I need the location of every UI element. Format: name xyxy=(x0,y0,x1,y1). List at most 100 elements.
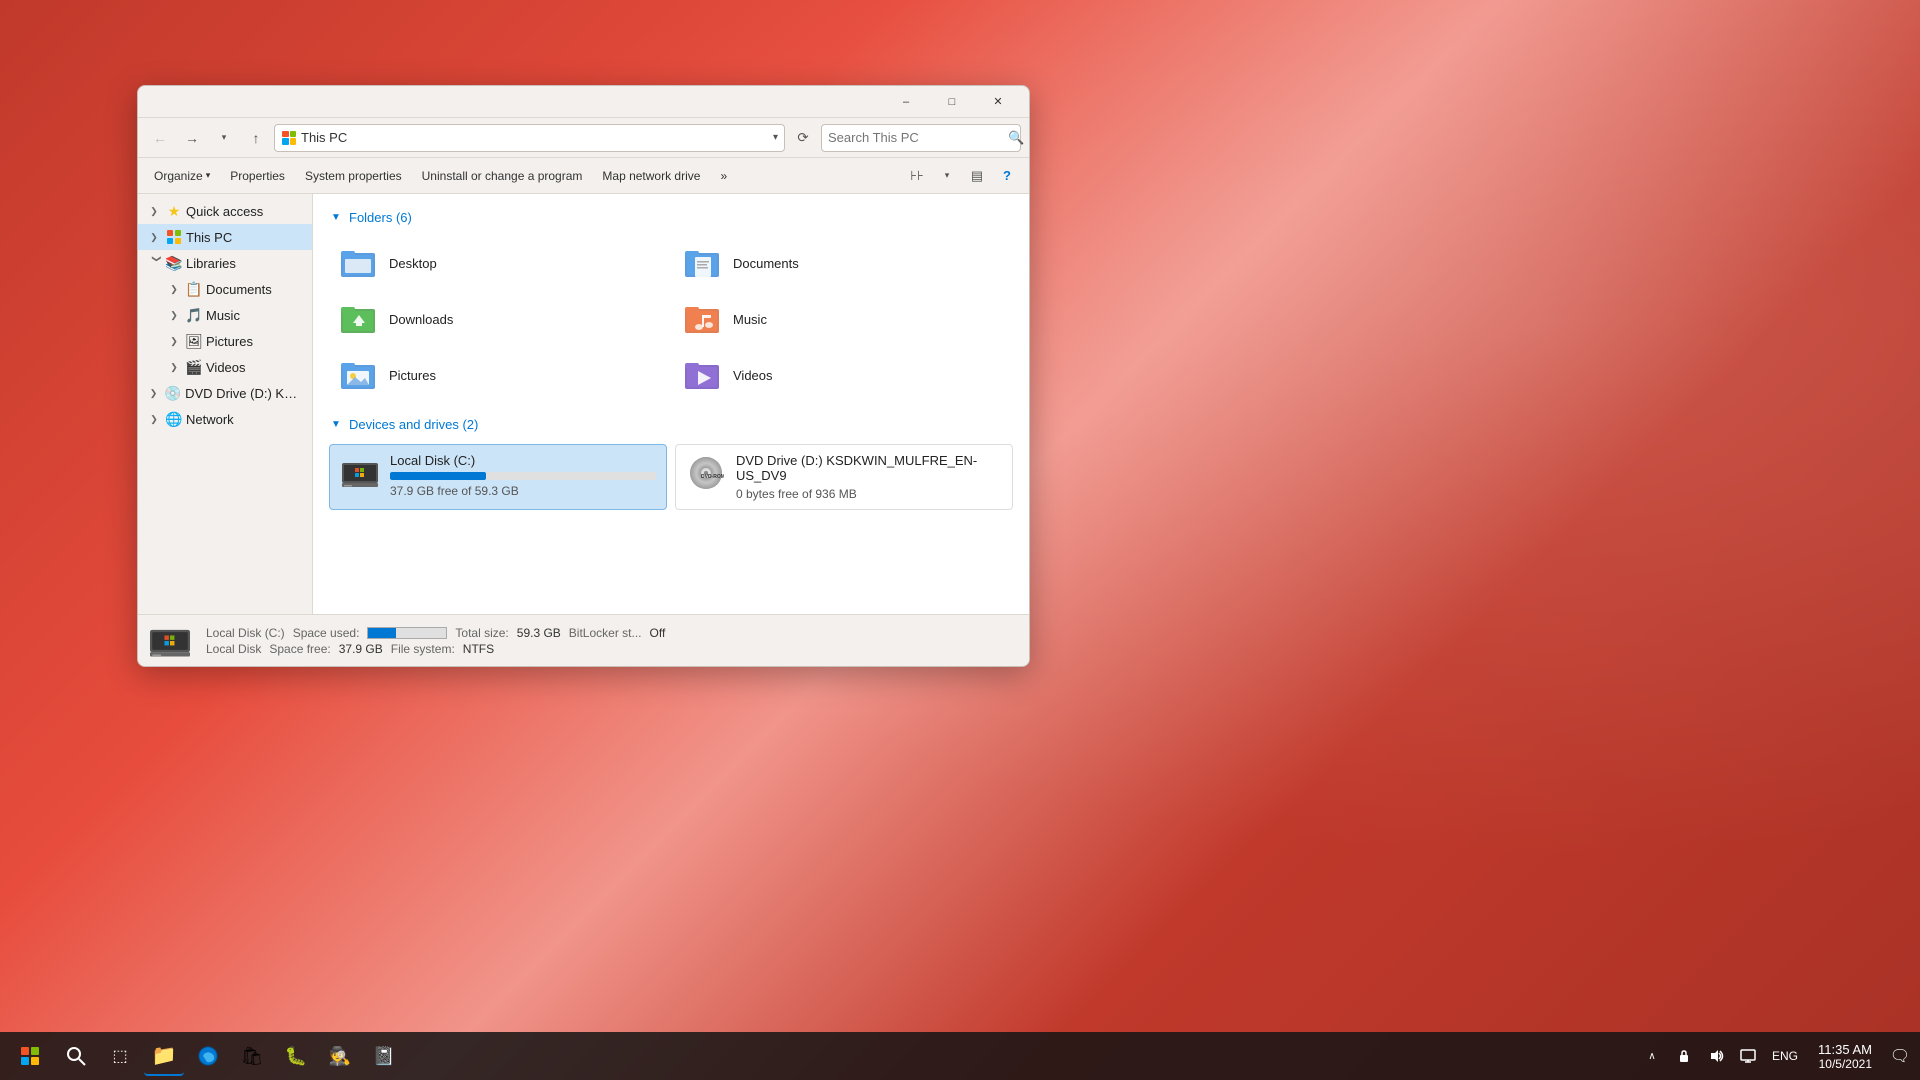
desktop: – □ ✕ ← → ▾ ↑ This PC ▾ xyxy=(0,0,1920,1080)
systray-language[interactable]: ENG xyxy=(1768,1049,1802,1063)
system-properties-label: System properties xyxy=(305,169,402,183)
recent-locations-button[interactable]: ▾ xyxy=(210,124,238,152)
documents-folder-svg xyxy=(685,247,721,279)
maximize-button[interactable]: □ xyxy=(929,86,975,118)
status-progress-fill xyxy=(368,628,396,638)
systray-volume-icon[interactable] xyxy=(1704,1044,1728,1068)
sidebar-item-network[interactable]: ❯ 🌐 Network xyxy=(138,406,312,432)
drive-label: Local Disk xyxy=(206,642,261,656)
quick-access-icon: ★ xyxy=(166,203,182,219)
folder-item-music[interactable]: Music xyxy=(673,293,1013,345)
search-icon-taskbar xyxy=(66,1046,86,1066)
pictures-folder-label: Pictures xyxy=(389,368,436,383)
downloads-folder-svg xyxy=(341,303,377,335)
refresh-button[interactable]: ⟳ xyxy=(789,124,817,152)
pictures-icon: 🖼 xyxy=(186,333,202,349)
sidebar-label-this-pc: This PC xyxy=(186,230,232,245)
local-disk-info: Local Disk (C:) 37.9 GB free of 59.3 GB xyxy=(390,453,656,498)
status-row-2: Local Disk Space free: 37.9 GB File syst… xyxy=(206,642,665,656)
toggle-pane-button[interactable]: ▤ xyxy=(963,163,991,189)
local-disk-name: Local Disk (C:) xyxy=(390,453,656,468)
taskbar-edge-button[interactable] xyxy=(188,1036,228,1076)
map-drive-label: Map network drive xyxy=(602,169,700,183)
status-drive-svg xyxy=(150,621,190,661)
folders-title: Folders (6) xyxy=(349,210,412,225)
expand-icon-libraries: ❯ xyxy=(146,255,162,271)
search-bar[interactable]: 🔍 xyxy=(821,124,1021,152)
folder-item-documents[interactable]: Documents xyxy=(673,237,1013,289)
local-disk-icon xyxy=(340,453,380,493)
folders-toggle[interactable]: ▼ xyxy=(329,211,343,225)
videos-folder-label: Videos xyxy=(733,368,773,383)
uninstall-button[interactable]: Uninstall or change a program xyxy=(414,163,591,189)
more-commands-button[interactable]: » xyxy=(712,163,735,189)
help-button[interactable]: ? xyxy=(993,163,1021,189)
properties-label: Properties xyxy=(230,169,285,183)
back-button[interactable]: ← xyxy=(146,124,174,152)
folder-item-pictures[interactable]: Pictures xyxy=(329,349,669,401)
forward-button[interactable]: → xyxy=(178,124,206,152)
systray-lock-icon[interactable] xyxy=(1672,1044,1696,1068)
taskbar-search-button[interactable] xyxy=(56,1036,96,1076)
folder-item-desktop[interactable]: Desktop xyxy=(329,237,669,289)
drive-item-d[interactable]: DVD-ROM DV xyxy=(675,444,1013,510)
navigation-toolbar: ← → ▾ ↑ This PC ▾ ⟳ 🔍 xyxy=(138,118,1029,158)
taskbar-file-explorer-button[interactable]: 📁 xyxy=(144,1036,184,1076)
taskbar-agent-button[interactable]: 🕵 xyxy=(320,1036,360,1076)
sidebar-item-dvd-drive[interactable]: ❯ 💿 DVD Drive (D:) KSDK xyxy=(138,380,312,406)
change-view-button[interactable]: ⊦⊦ xyxy=(903,163,931,189)
file-system-value: NTFS xyxy=(463,642,494,656)
address-dropdown-button[interactable]: ▾ xyxy=(773,132,778,143)
taskbar-task-view-button[interactable]: ⬚ xyxy=(100,1036,140,1076)
systray-notification-icon[interactable]: 🗨 xyxy=(1888,1044,1912,1068)
sidebar-label-quick-access: Quick access xyxy=(186,204,263,219)
window-controls: – □ ✕ xyxy=(883,86,1021,118)
search-icon[interactable]: 🔍 xyxy=(1008,130,1024,146)
dvd-drive-space: 0 bytes free of 936 MB xyxy=(736,487,1002,501)
devices-toggle[interactable]: ▼ xyxy=(329,418,343,432)
dvd-drive-info: DVD Drive (D:) KSDKWIN_MULFRE_EN-US_DV9 … xyxy=(736,453,1002,501)
pictures-folder-svg xyxy=(341,359,377,391)
system-properties-button[interactable]: System properties xyxy=(297,163,410,189)
expand-icon-pictures: ❯ xyxy=(166,333,182,349)
sidebar-item-this-pc[interactable]: ❯ This PC xyxy=(138,224,312,250)
devices-grid: Local Disk (C:) 37.9 GB free of 59.3 GB xyxy=(329,444,1013,510)
start-button[interactable] xyxy=(8,1034,52,1078)
downloads-folder-label: Downloads xyxy=(389,312,453,327)
search-input[interactable] xyxy=(828,130,1004,145)
folders-grid: Desktop xyxy=(329,237,1013,401)
properties-button[interactable]: Properties xyxy=(222,163,293,189)
taskbar-store-button[interactable]: 🛍 xyxy=(232,1036,272,1076)
address-bar[interactable]: This PC ▾ xyxy=(274,124,785,152)
minimize-button[interactable]: – xyxy=(883,86,929,118)
drive-name-label: Local Disk (C:) xyxy=(206,626,285,640)
folder-item-videos[interactable]: Videos xyxy=(673,349,1013,401)
sidebar-item-libraries[interactable]: ❯ 📚 Libraries xyxy=(138,250,312,276)
folder-item-downloads[interactable]: Downloads xyxy=(329,293,669,345)
sidebar-item-documents[interactable]: ❯ 📋 Documents xyxy=(138,276,312,302)
systray-chevron[interactable]: ∧ xyxy=(1640,1044,1664,1068)
taskbar-notepad-button[interactable]: 📓 xyxy=(364,1036,404,1076)
command-bar: Organize ▾ Properties System properties … xyxy=(138,158,1029,194)
desktop-folder-label: Desktop xyxy=(389,256,437,271)
view-dropdown-button[interactable]: ▾ xyxy=(933,163,961,189)
sidebar-label-videos: Videos xyxy=(206,360,246,375)
system-clock[interactable]: 11:35 AM 10/5/2021 xyxy=(1810,1042,1880,1071)
drive-item-c[interactable]: Local Disk (C:) 37.9 GB free of 59.3 GB xyxy=(329,444,667,510)
organize-button[interactable]: Organize ▾ xyxy=(146,163,218,189)
sidebar-label-libraries: Libraries xyxy=(186,256,236,271)
close-button[interactable]: ✕ xyxy=(975,86,1021,118)
sidebar-item-pictures[interactable]: ❯ 🖼 Pictures xyxy=(138,328,312,354)
map-drive-button[interactable]: Map network drive xyxy=(594,163,708,189)
up-button[interactable]: ↑ xyxy=(242,124,270,152)
sidebar-item-videos[interactable]: ❯ 🎬 Videos xyxy=(138,354,312,380)
sidebar-item-quick-access[interactable]: ❯ ★ Quick access xyxy=(138,198,312,224)
systray-monitor-icon[interactable] xyxy=(1736,1044,1760,1068)
music-folder-label: Music xyxy=(733,312,767,327)
expand-icon: ❯ xyxy=(146,203,162,219)
taskbar-bug-button[interactable]: 🐛 xyxy=(276,1036,316,1076)
sidebar-item-music[interactable]: ❯ 🎵 Music xyxy=(138,302,312,328)
pictures-folder-icon xyxy=(339,357,379,393)
bitlocker-label: BitLocker st... xyxy=(569,626,642,640)
devices-title: Devices and drives (2) xyxy=(349,417,478,432)
